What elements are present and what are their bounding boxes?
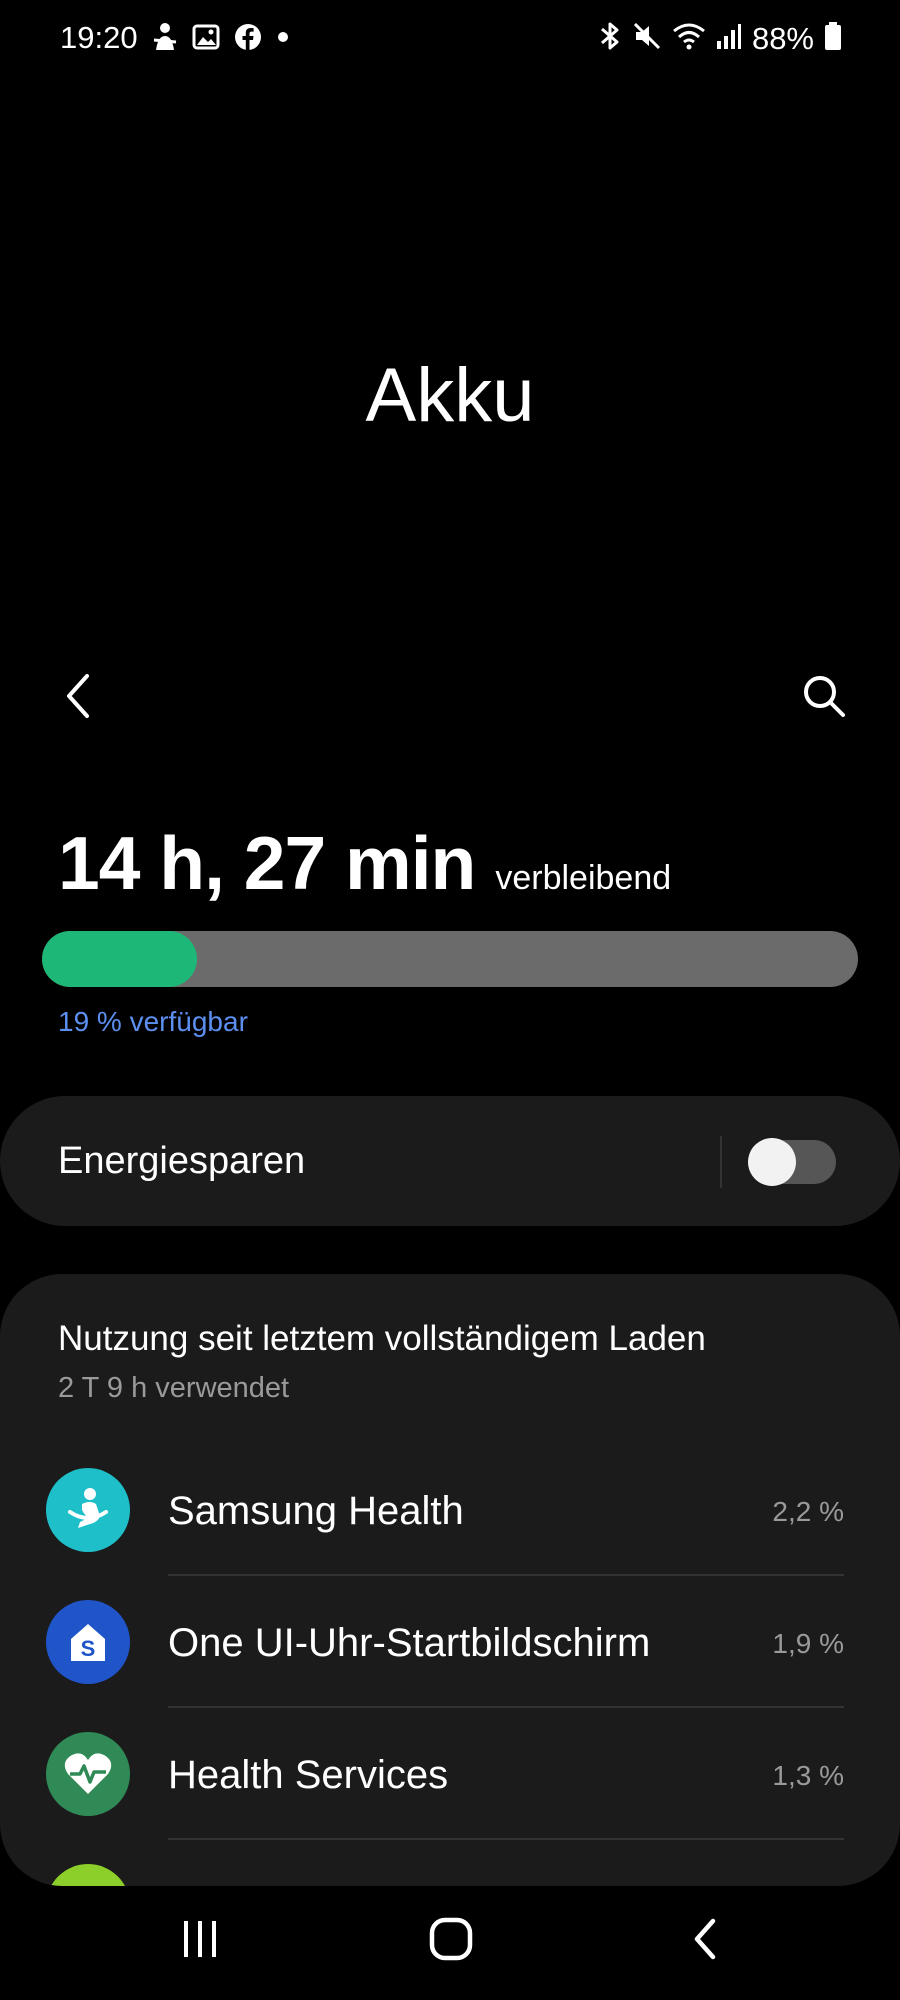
status-bar: 19:20 88% xyxy=(0,0,900,76)
power-saving-row[interactable]: Energiesparen xyxy=(0,1096,900,1226)
signal-icon xyxy=(716,22,742,55)
mute-icon xyxy=(632,21,662,56)
app-row-one-ui-watch-home[interactable]: S One UI-Uhr-Startbildschirm 1,9 % xyxy=(0,1576,900,1708)
recents-icon xyxy=(180,1919,220,1964)
app-name: Health Services xyxy=(168,1753,449,1797)
samsung-health-icon xyxy=(46,1468,130,1552)
battery-level-fill xyxy=(42,931,198,987)
app-percent: 1,3 % xyxy=(772,1760,844,1791)
battery-percent: 88% xyxy=(751,20,814,56)
toggle-knob xyxy=(748,1138,796,1186)
back-button[interactable] xyxy=(50,670,106,726)
recents-button[interactable] xyxy=(155,1906,245,1976)
search-button[interactable] xyxy=(796,670,852,726)
status-time: 19:20 xyxy=(60,20,138,55)
app-row-health-services[interactable]: Health Services 1,3 % xyxy=(0,1708,900,1840)
page-title: Akku xyxy=(365,353,535,438)
notification-icons xyxy=(152,22,290,57)
app-icon xyxy=(46,1864,130,1886)
app-row-samsung-health[interactable]: Samsung Health 2,2 % xyxy=(0,1444,900,1576)
one-ui-watch-home-icon: S xyxy=(46,1600,130,1684)
remaining-time-value: 14 h, 27 min xyxy=(58,821,476,905)
bluetooth-icon xyxy=(598,20,622,57)
usage-title[interactable]: Nutzung seit letztem vollständigem Laden xyxy=(58,1319,706,1359)
home-icon xyxy=(429,1917,473,1966)
battery-icon xyxy=(824,21,842,56)
dot-icon xyxy=(276,30,290,49)
facebook-icon xyxy=(234,23,262,56)
wifi-icon xyxy=(672,21,706,56)
usage-subtitle: 2 T 9 h verwendet xyxy=(58,1372,290,1404)
navigation-bar xyxy=(0,1886,900,2000)
back-icon xyxy=(691,1917,719,1966)
system-icons: 88% xyxy=(598,20,842,57)
image-icon xyxy=(192,24,220,55)
chevron-left-icon xyxy=(63,672,93,725)
heartbeat-icon xyxy=(46,1732,130,1816)
battery-available-text: 19 % verfügbar xyxy=(58,1006,248,1037)
battery-level-bar xyxy=(42,931,858,987)
home-button[interactable] xyxy=(406,1906,496,1976)
back-nav-button[interactable] xyxy=(660,1906,750,1976)
divider xyxy=(720,1136,722,1188)
search-icon xyxy=(801,673,847,724)
power-saving-toggle[interactable] xyxy=(748,1138,836,1186)
remaining-time: 14 h, 27 min verbleibend xyxy=(58,820,671,906)
usage-card: Nutzung seit letztem vollständigem Laden… xyxy=(0,1274,900,1886)
app-row-partial[interactable] xyxy=(0,1840,900,1886)
power-saving-label: Energiesparen xyxy=(58,1140,306,1182)
app-name: One UI-Uhr-Startbildschirm xyxy=(168,1621,651,1665)
figure-icon xyxy=(152,22,178,57)
svg-text:S: S xyxy=(81,1636,96,1661)
app-percent: 1,9 % xyxy=(772,1628,844,1659)
remaining-time-label: verbleibend xyxy=(495,859,672,897)
app-name: Samsung Health xyxy=(168,1489,464,1533)
app-percent: 2,2 % xyxy=(772,1496,844,1527)
